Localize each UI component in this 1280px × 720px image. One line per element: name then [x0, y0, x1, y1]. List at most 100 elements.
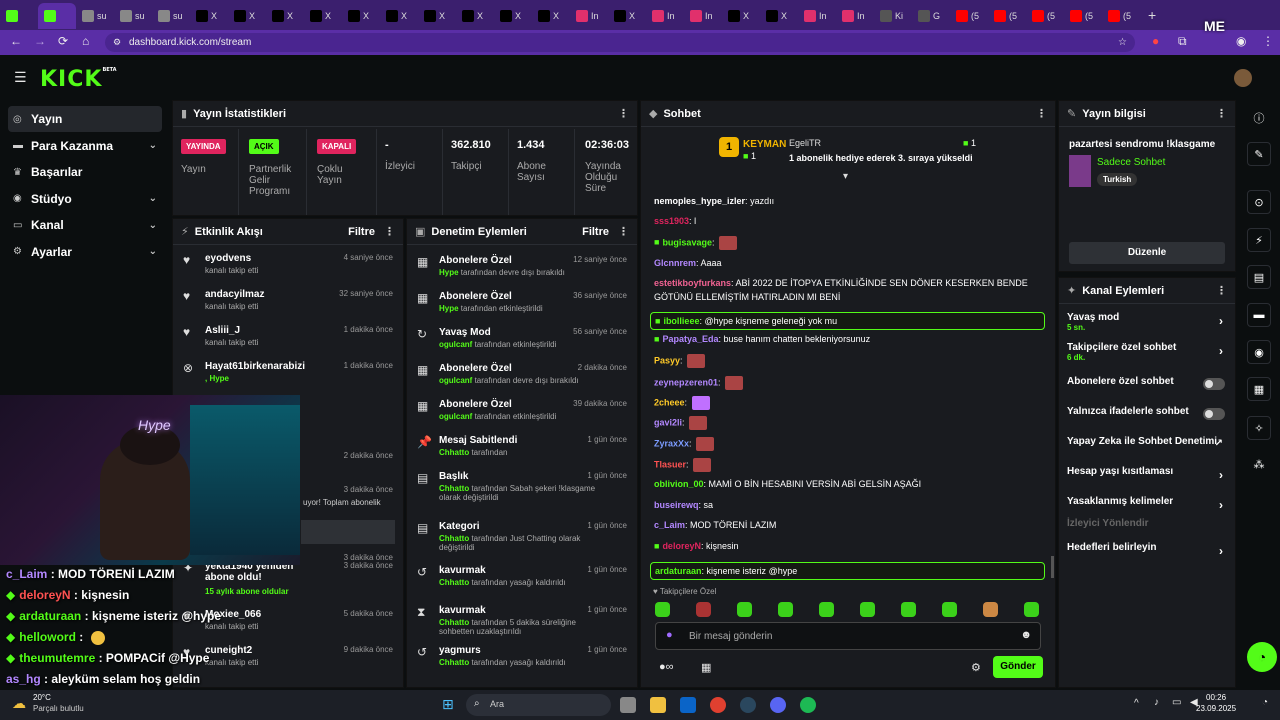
- user-avatar[interactable]: [1234, 69, 1252, 87]
- chat-message[interactable]: ■ deloreyN: kişnesin: [654, 541, 738, 551]
- browser-tab[interactable]: X: [304, 3, 342, 29]
- chat-scrollbar[interactable]: [1051, 556, 1054, 578]
- outlook-icon[interactable]: [680, 697, 696, 713]
- chat-settings-icon[interactable]: ⚙: [971, 661, 981, 674]
- emote-icon[interactable]: [778, 602, 793, 617]
- sidebar-item-gear[interactable]: ⚙ Ayarlar ⌄: [8, 239, 162, 265]
- chevron-right-icon[interactable]: ›: [1219, 498, 1223, 512]
- spotify-icon[interactable]: [800, 697, 816, 713]
- emoji-icon[interactable]: ☻: [1020, 629, 1032, 641]
- chevron-down-icon[interactable]: ⌄: [149, 246, 157, 257]
- discord-icon[interactable]: [770, 697, 786, 713]
- browser-tab[interactable]: [0, 3, 38, 29]
- browser-tab[interactable]: X: [418, 3, 456, 29]
- browser-tab[interactable]: X: [342, 3, 380, 29]
- action-actor[interactable]: Chhatto: [439, 658, 469, 667]
- chat-username[interactable]: Tlasuer: [654, 459, 686, 469]
- chat-username[interactable]: Glcnnrem: [654, 258, 696, 268]
- browser-tab[interactable]: X: [532, 3, 570, 29]
- browser-tab[interactable]: G: [912, 3, 950, 29]
- broadcast-icon[interactable]: ◉: [1247, 340, 1271, 364]
- chat-username[interactable]: buseirewq: [654, 500, 699, 510]
- browser-tab[interactable]: (5: [950, 3, 988, 29]
- clipboard-icon[interactable]: ▤: [1247, 265, 1271, 289]
- filter-button[interactable]: Filtre: [582, 226, 609, 238]
- camera-icon[interactable]: ⊙: [1247, 190, 1271, 214]
- chat-username[interactable]: sss1903: [654, 216, 689, 226]
- send-button[interactable]: Gönder: [993, 656, 1043, 678]
- toggle-switch[interactable]: [1203, 378, 1225, 390]
- address-bar[interactable]: ⚙ dashboard.kick.com/stream ☆: [105, 33, 1135, 52]
- pencil-icon[interactable]: ✎: [1247, 142, 1271, 166]
- chat-message[interactable]: GÖTÜNÜ ELLEMİŞTİM HATIRLADIN MI BENİ: [654, 292, 840, 302]
- chevron-right-icon[interactable]: ›: [1219, 344, 1223, 358]
- chevron-right-icon[interactable]: ›: [1219, 314, 1223, 328]
- points-icon[interactable]: ●∞: [659, 661, 674, 673]
- channel-action-item[interactable]: Yapay Zeka ile Sohbet Denetimi ↗: [1059, 436, 1235, 462]
- browser-tab[interactable]: In: [570, 3, 608, 29]
- emote-icon[interactable]: [860, 602, 875, 617]
- chat-message[interactable]: ardaturaan: kişneme isteriz @hype: [650, 562, 1045, 580]
- chat-username[interactable]: bugisavage: [662, 237, 712, 247]
- emote-icon[interactable]: [983, 602, 998, 617]
- chat-message[interactable]: nemoples_hype_izler: yazdıı: [654, 196, 774, 206]
- clock-time[interactable]: 00:26: [1206, 693, 1226, 702]
- action-actor[interactable]: Chhatto: [439, 534, 469, 543]
- site-info-icon[interactable]: ⚙: [113, 33, 121, 52]
- browser-tab[interactable]: X: [380, 3, 418, 29]
- chevron-down-icon[interactable]: ⌄: [149, 140, 157, 151]
- emote-icon[interactable]: [1024, 602, 1039, 617]
- chat-message[interactable]: Pasyy:: [654, 354, 706, 368]
- notification-bell-icon[interactable]: ◔: [1262, 697, 1268, 708]
- chat-icon[interactable]: ▬: [1247, 303, 1271, 327]
- channel-action-item[interactable]: Yalnızca ifadelerle sohbet: [1059, 406, 1235, 432]
- channel-action-item[interactable]: Hedefleri belirleyin ›: [1059, 542, 1235, 568]
- browser-tab[interactable]: su: [76, 3, 114, 29]
- extensions-puzzle-icon[interactable]: ⧉: [1178, 34, 1187, 49]
- browser-tab[interactable]: In: [836, 3, 874, 29]
- panel-menu-icon[interactable]: ⋮: [384, 225, 395, 238]
- external-link-icon[interactable]: ↗: [1215, 438, 1223, 449]
- chat-username[interactable]: deloreyN: [662, 541, 701, 551]
- emote-icon[interactable]: [655, 602, 670, 617]
- network-icon[interactable]: ▭: [1172, 697, 1181, 708]
- chat-message[interactable]: Glcnnrem: Aaaa: [654, 258, 722, 268]
- support-chat-icon[interactable]: ◔: [1247, 642, 1277, 672]
- browser-tab[interactable]: (5: [1102, 3, 1140, 29]
- tray-chevron-icon[interactable]: ^: [1134, 698, 1139, 709]
- emote-icon[interactable]: [942, 602, 957, 617]
- action-actor[interactable]: ogulcanf: [439, 376, 472, 385]
- panel-menu-icon[interactable]: ⋮: [1216, 284, 1227, 297]
- chat-message[interactable]: ■ bugisavage:: [654, 236, 737, 250]
- info-icon[interactable]: ⓘ: [1247, 106, 1271, 130]
- chat-username[interactable]: ibollieee: [663, 316, 699, 326]
- clock-date[interactable]: 23.09.2025: [1196, 704, 1236, 713]
- sidebar-item-channel[interactable]: ▭ Kanal ⌄: [8, 212, 162, 238]
- chat-username[interactable]: 2cheee: [654, 397, 685, 407]
- panel-menu-icon[interactable]: ⋮: [1036, 107, 1047, 120]
- channel-action-item[interactable]: Abonelere özel sohbet: [1059, 376, 1235, 402]
- back-icon[interactable]: ←: [10, 34, 22, 48]
- mic-icon[interactable]: ●: [666, 629, 673, 641]
- wrench-icon[interactable]: ✧: [1247, 416, 1271, 440]
- browser-tab[interactable]: X: [190, 3, 228, 29]
- browser-tab[interactable]: In: [684, 3, 722, 29]
- browser-tab[interactable]: Ki: [874, 3, 912, 29]
- chat-username[interactable]: c_Laim: [654, 520, 685, 530]
- chat-message[interactable]: zeynepzeren01:: [654, 376, 744, 390]
- points-icon[interactable]: ⁂: [1247, 452, 1271, 476]
- chat-username[interactable]: ZyraxXx: [654, 438, 689, 448]
- windows-start-icon[interactable]: ⊞: [442, 696, 454, 713]
- browser-tab[interactable]: (5: [988, 3, 1026, 29]
- browser-tab[interactable]: X: [456, 3, 494, 29]
- action-actor[interactable]: Chhatto: [439, 578, 469, 587]
- action-actor[interactable]: Chhatto: [439, 484, 469, 493]
- chat-username[interactable]: nemoples_hype_izler: [654, 196, 745, 206]
- chat-message[interactable]: sss1903: l: [654, 216, 696, 226]
- profile-avatar[interactable]: ◉: [1236, 34, 1246, 48]
- kick-logo[interactable]: KICKBETA: [40, 67, 117, 92]
- chat-message[interactable]: estetikboyfurkans: ABİ 2022 DE İTOPYA ET…: [654, 278, 1028, 288]
- browser-tab[interactable]: su: [114, 3, 152, 29]
- chat-username[interactable]: Pasyy: [654, 355, 680, 365]
- channel-action-item[interactable]: Yavaş mod 5 sn. ›: [1059, 312, 1235, 338]
